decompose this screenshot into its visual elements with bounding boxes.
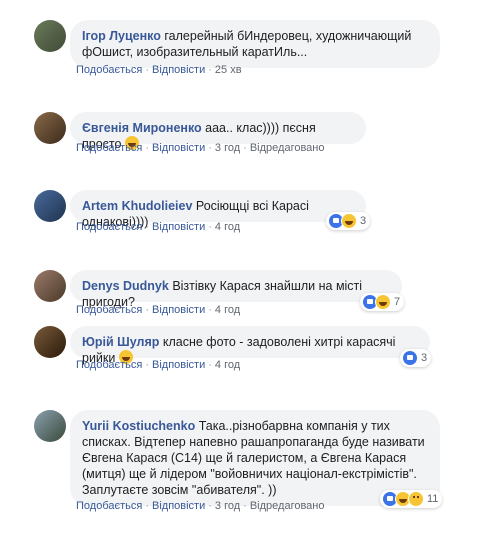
- comment-time[interactable]: 3 год: [215, 500, 240, 512]
- reaction-count: 11: [427, 493, 439, 505]
- comment-time[interactable]: 25 хв: [215, 64, 242, 76]
- like-link[interactable]: Подобається: [76, 304, 142, 316]
- comment-meta: Подобається · Відповісти · 25 хв: [76, 64, 242, 76]
- separator: ·: [145, 221, 149, 233]
- like-link[interactable]: Подобається: [76, 64, 142, 76]
- separator: ·: [208, 64, 212, 76]
- sad-reaction-icon: [408, 491, 424, 507]
- reaction-summary[interactable]: 3: [326, 212, 371, 230]
- reaction-count: 3: [360, 215, 367, 227]
- comment-author[interactable]: Denys Dudnyk: [82, 279, 169, 293]
- haha-reaction-icon: [375, 294, 391, 310]
- haha-reaction-icon: [341, 213, 357, 229]
- comment-meta: Подобається · Відповісти · 4 год: [76, 221, 240, 233]
- separator: ·: [208, 221, 212, 233]
- avatar[interactable]: [34, 270, 66, 302]
- separator: ·: [145, 142, 149, 154]
- comment-author[interactable]: Євгенія Мироненко: [82, 121, 202, 135]
- like-reaction-icon: [402, 350, 418, 366]
- reaction-summary[interactable]: 11: [380, 490, 443, 508]
- separator: ·: [145, 500, 149, 512]
- comment-time[interactable]: 4 год: [215, 359, 240, 371]
- reply-link[interactable]: Відповісти: [152, 221, 205, 233]
- avatar[interactable]: [34, 326, 66, 358]
- separator: ·: [243, 142, 247, 154]
- like-link[interactable]: Подобається: [76, 221, 142, 233]
- separator: ·: [145, 64, 149, 76]
- reaction-count: 3: [421, 352, 428, 364]
- comment-author[interactable]: Ігор Луценко: [82, 29, 161, 43]
- comment-author[interactable]: Artem Khudolieiev: [82, 199, 192, 213]
- avatar[interactable]: [34, 20, 66, 52]
- reply-link[interactable]: Відповісти: [152, 500, 205, 512]
- reply-link[interactable]: Відповісти: [152, 304, 205, 316]
- comment-meta: Подобається · Відповісти · 4 год: [76, 304, 240, 316]
- avatar[interactable]: [34, 410, 66, 442]
- reply-link[interactable]: Відповісти: [152, 142, 205, 154]
- comment-meta: Подобається · Відповісти · 4 год: [76, 359, 240, 371]
- comment-bubble: Юрій Шуляр класне фото - задоволені хитр…: [70, 326, 430, 365]
- edited-label[interactable]: Відредаговано: [250, 500, 325, 512]
- reply-link[interactable]: Відповісти: [152, 64, 205, 76]
- comment-meta: Подобається · Відповісти · 3 год · Відредагова…: [76, 500, 325, 512]
- comment-bubble: Artem Khudolieiev Росіющці всі Карасі од…: [70, 190, 366, 229]
- separator: ·: [208, 359, 212, 371]
- comment-time[interactable]: 3 год: [215, 142, 240, 154]
- comment-bubble: Ігор Луценко галерейный бИндеровец, худо…: [70, 20, 440, 68]
- avatar[interactable]: [34, 190, 66, 222]
- separator: ·: [208, 304, 212, 316]
- comment-meta: Подобається · Відповісти · 3 год · Відредагова…: [76, 142, 325, 154]
- separator: ·: [208, 500, 212, 512]
- comment-bubble: Євгенія Мироненко ааа.. клас)))) пєсня п…: [70, 112, 366, 151]
- separator: ·: [208, 142, 212, 154]
- reaction-summary[interactable]: 3: [400, 349, 432, 367]
- like-link[interactable]: Подобається: [76, 359, 142, 371]
- comment-bubble: Denys Dudnyk Візтівку Карася знайшли на …: [70, 270, 402, 309]
- separator: ·: [243, 500, 247, 512]
- separator: ·: [145, 359, 149, 371]
- comment-author[interactable]: Yurii Kostiuchenko: [82, 419, 195, 433]
- edited-label[interactable]: Відредаговано: [250, 142, 325, 154]
- comment-time[interactable]: 4 год: [215, 221, 240, 233]
- like-link[interactable]: Подобається: [76, 500, 142, 512]
- comment-time[interactable]: 4 год: [215, 304, 240, 316]
- comment-author[interactable]: Юрій Шуляр: [82, 335, 159, 349]
- separator: ·: [145, 304, 149, 316]
- like-link[interactable]: Подобається: [76, 142, 142, 154]
- reaction-count: 7: [394, 296, 401, 308]
- reply-link[interactable]: Відповісти: [152, 359, 205, 371]
- avatar[interactable]: [34, 112, 66, 144]
- reaction-summary[interactable]: 7: [360, 293, 405, 311]
